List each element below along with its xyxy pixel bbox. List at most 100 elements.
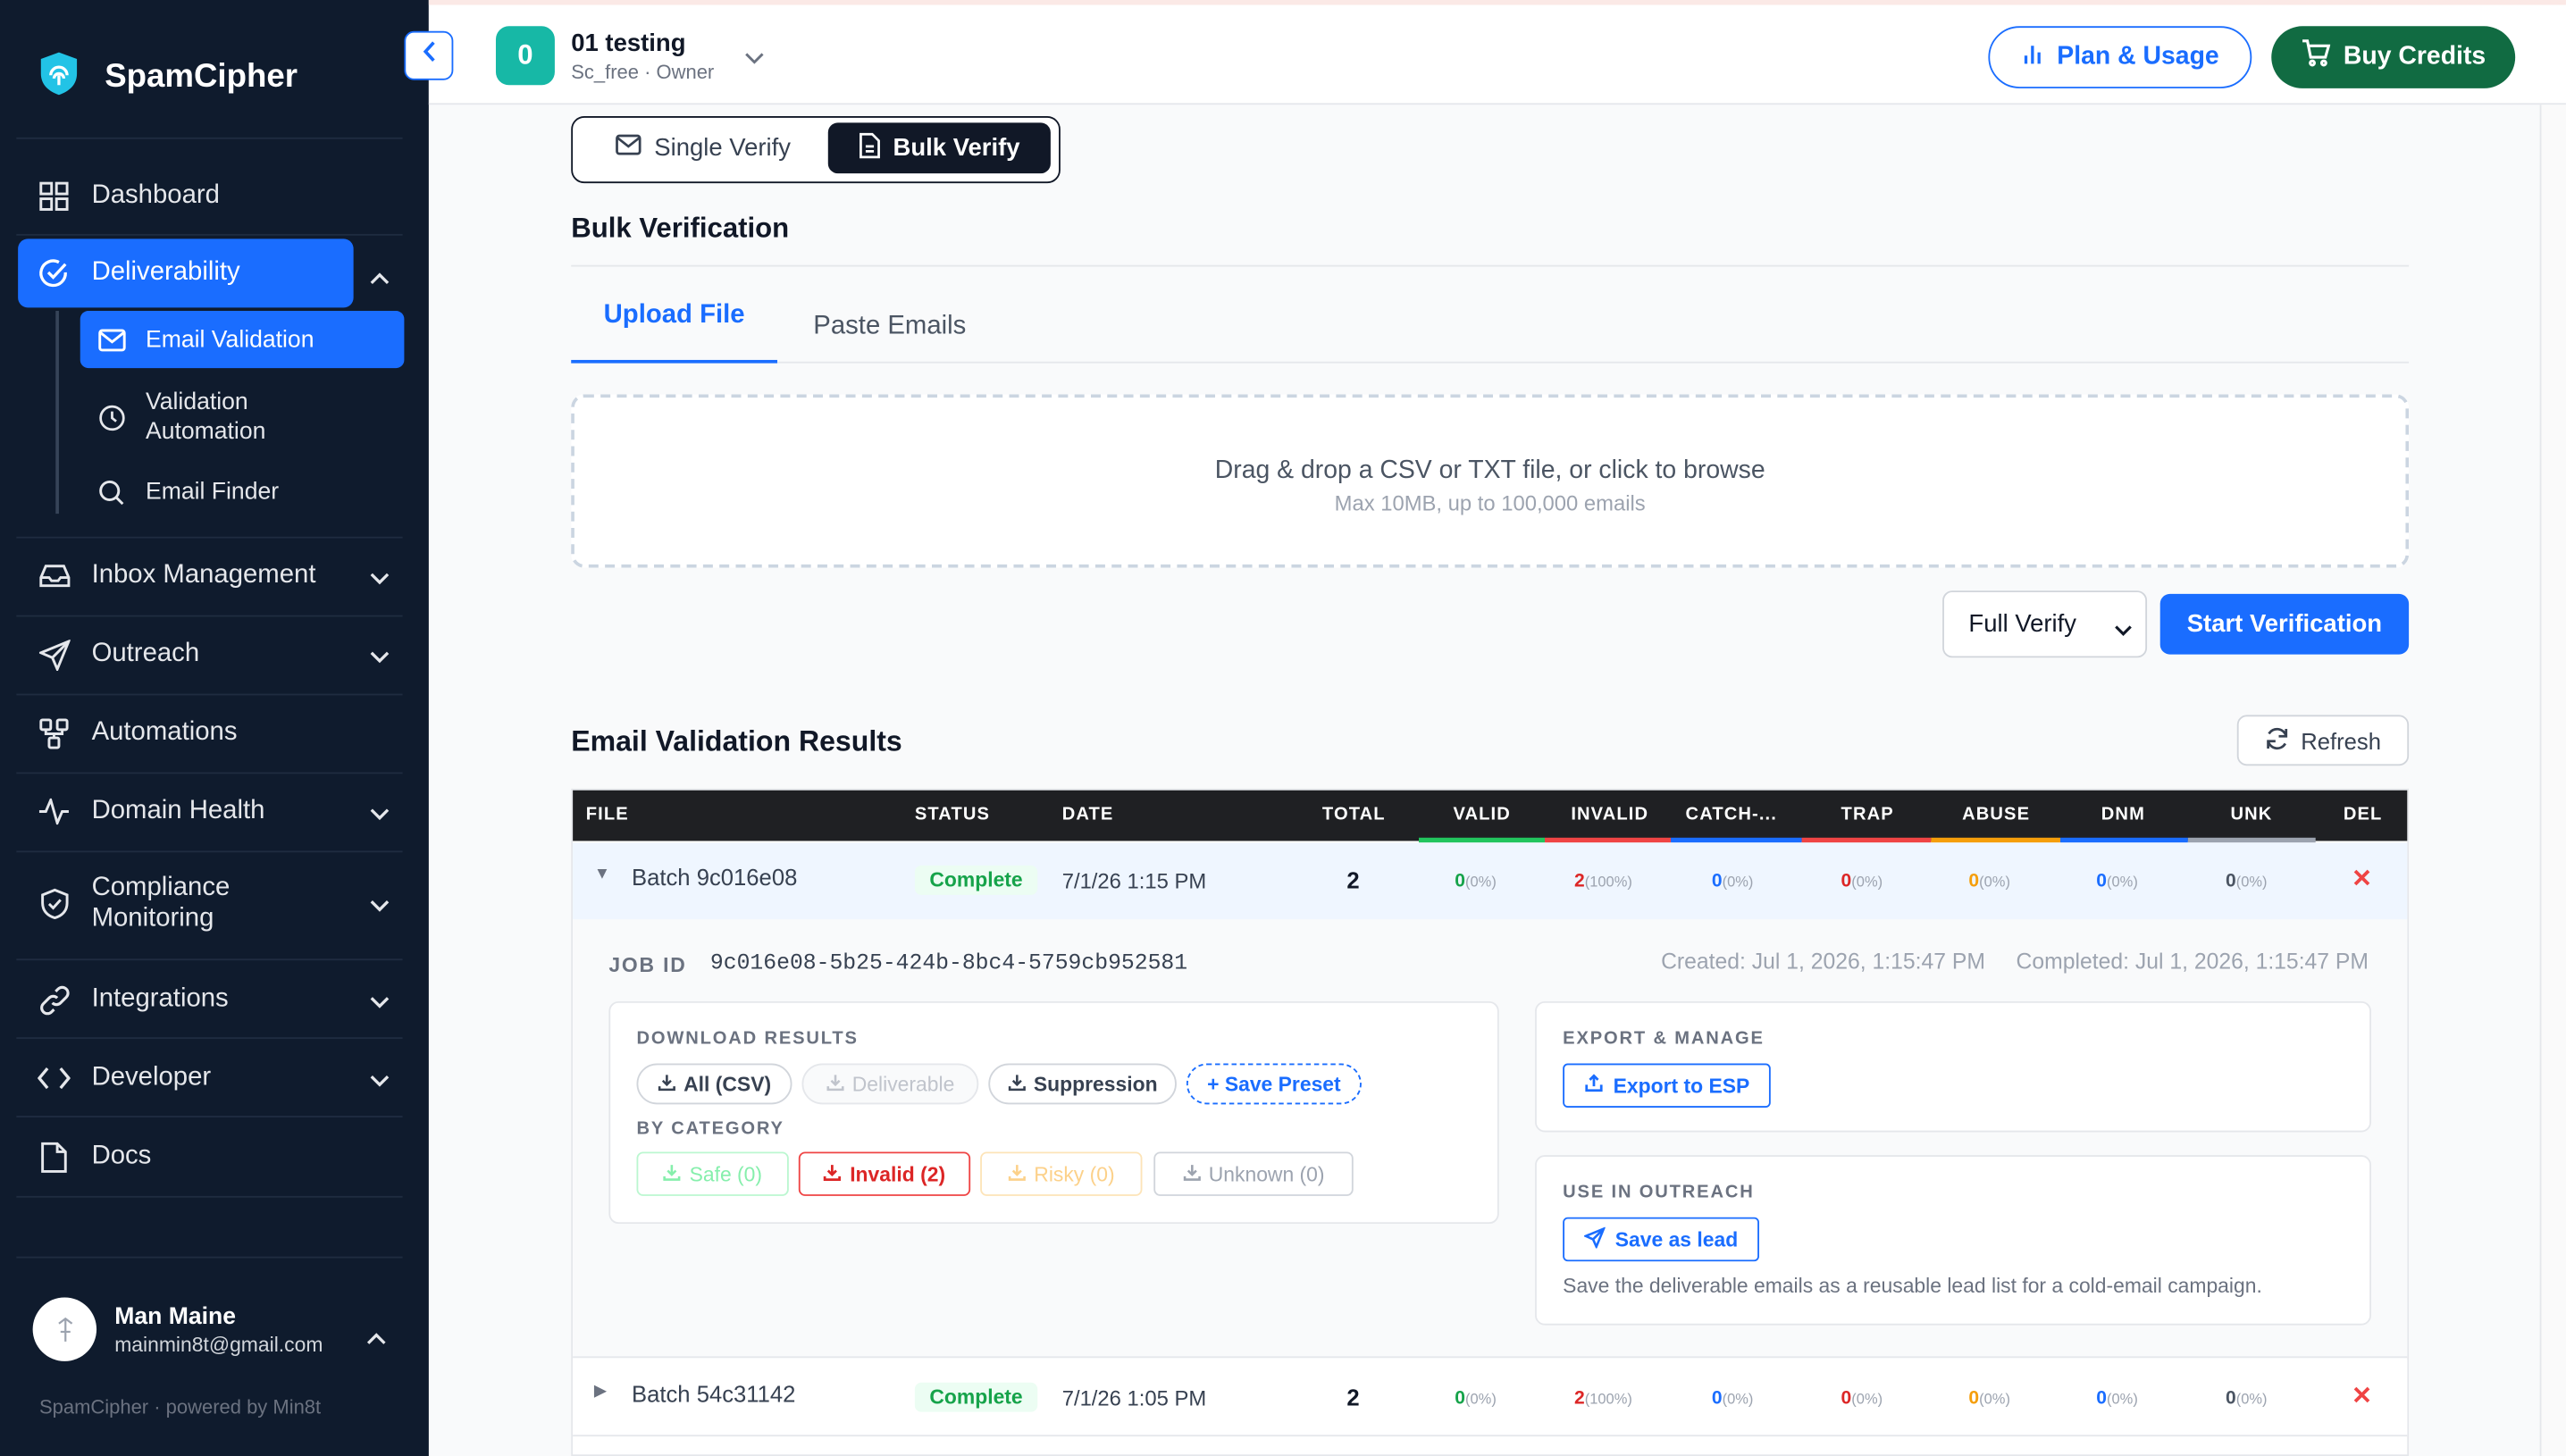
batch-name: Batch 54c31142 — [631, 1380, 796, 1408]
buy-credits-button[interactable]: Buy Credits — [2271, 26, 2516, 88]
divider — [571, 264, 2410, 267]
catch-all-count: 0(0%) — [1711, 872, 1754, 892]
tab-upload-file[interactable]: Upload File — [571, 301, 778, 364]
sidebar-item-domain-health[interactable]: Domain Health — [18, 781, 402, 843]
chevron-up-icon[interactable] — [366, 1324, 386, 1353]
send-icon — [38, 638, 71, 671]
export-to-esp-label: Export to ESP — [1613, 1074, 1750, 1098]
chevron-down-icon[interactable] — [744, 44, 764, 73]
check-circle-icon — [38, 257, 71, 290]
sidebar-subitem-validation-automation[interactable]: Validation Automation — [80, 386, 405, 448]
divider — [16, 1037, 403, 1040]
dnm-count: 0(0%) — [2096, 1389, 2138, 1410]
sidebar-item-deliverability[interactable]: Deliverability — [18, 238, 354, 308]
sidebar-item-label: Automations — [91, 718, 238, 747]
table-row[interactable]: ▶ Batch 54c31142 Complete 7/1/26 1:05 PM… — [573, 1360, 2408, 1437]
status-badge: Complete — [914, 865, 1038, 895]
single-verify-button[interactable]: Single Verify — [586, 122, 820, 173]
save-preset-button[interactable]: + Save Preset — [1186, 1063, 1362, 1105]
caret-right-icon[interactable]: ▶ — [594, 1383, 607, 1401]
tab-paste-emails[interactable]: Paste Emails — [813, 313, 966, 342]
sidebar-item-label: Dashboard — [91, 181, 220, 210]
org-avatar[interactable]: 0 — [495, 26, 555, 86]
mail-icon — [615, 134, 642, 162]
caret-down-icon[interactable]: ▼ — [594, 866, 610, 883]
column-header-unk[interactable]: UNK — [2230, 791, 2272, 841]
column-header-date[interactable]: DATE — [1062, 791, 1114, 841]
topbar: 0 01 testing Sc_free · Owner Plan & Usag… — [428, 0, 2566, 105]
chevron-down-icon — [370, 891, 390, 921]
created-time: Created: Jul 1, 2026, 1:15:47 PM — [1661, 949, 1985, 974]
column-header-status[interactable]: STATUS — [915, 791, 990, 841]
collapse-sidebar-button[interactable] — [404, 30, 454, 80]
verify-mode-select[interactable]: Full Verify — [1942, 590, 2148, 658]
sidebar-item-label: Outreach — [91, 640, 200, 668]
download-unknown-button[interactable]: Unknown (0) — [1153, 1151, 1354, 1196]
divider — [16, 958, 403, 961]
by-category-title: BY CATEGORY — [636, 1118, 784, 1139]
use-in-outreach-title: USE IN OUTREACH — [1563, 1183, 1755, 1203]
job-id-value: 9c016e08-5b25-424b-8bc4-5759cb952581 — [709, 951, 1188, 977]
start-verification-button[interactable]: Start Verification — [2159, 593, 2410, 655]
logo[interactable]: SpamCipher — [36, 49, 298, 106]
table-row[interactable]: ▼ Batch 9c016e08 Complete 7/1/26 1:15 PM… — [573, 842, 2408, 920]
sidebar-item-compliance-monitoring[interactable]: Compliance Monitoring — [18, 864, 402, 942]
sidebar-item-label: Deliverability — [91, 258, 240, 287]
sidebar-item-developer[interactable]: Developer — [18, 1047, 402, 1109]
clock-icon — [96, 403, 126, 432]
export-to-esp-button[interactable]: Export to ESP — [1563, 1063, 1771, 1108]
page-scrollbar[interactable] — [2539, 105, 2566, 1456]
file-dropzone[interactable]: Drag & drop a CSV or TXT file, or click … — [571, 394, 2410, 568]
completed-time: Completed: Jul 1, 2026, 1:15:47 PM — [2016, 949, 2369, 974]
column-header-dnm[interactable]: DNM — [2101, 791, 2145, 841]
risky-label: Risky (0) — [1034, 1162, 1115, 1185]
sidebar-item-label: Integrations — [91, 984, 229, 1013]
sidebar-subitem-email-validation[interactable]: Email Validation — [80, 311, 405, 369]
download-all-csv-button[interactable]: All (CSV) — [636, 1063, 792, 1105]
verify-mode-toggle: Single Verify Bulk Verify — [571, 116, 1061, 184]
refresh-button[interactable]: Refresh — [2236, 715, 2410, 766]
trap-count: 0(0%) — [1841, 1389, 1883, 1410]
download-suppression-button[interactable]: Suppression — [988, 1063, 1177, 1105]
divider — [16, 850, 403, 853]
bulk-verify-button[interactable]: Bulk Verify — [827, 122, 1051, 174]
cart-icon — [2301, 39, 2331, 75]
column-header-file[interactable]: FILE — [586, 791, 629, 841]
divider — [16, 137, 403, 139]
plan-usage-button[interactable]: Plan & Usage — [1988, 26, 2252, 88]
chevron-up-icon[interactable] — [370, 264, 390, 293]
download-risky-button[interactable]: Risky (0) — [980, 1151, 1143, 1196]
divider — [16, 772, 403, 774]
column-header-abuse[interactable]: ABUSE — [1962, 791, 2030, 841]
sidebar-item-inbox-management[interactable]: Inbox Management — [18, 545, 402, 607]
outreach-description: Save the deliverable emails as a reusabl… — [1563, 1274, 2262, 1298]
column-header-trap[interactable]: TRAP — [1841, 791, 1894, 841]
download-icon — [824, 1162, 842, 1185]
download-invalid-button[interactable]: Invalid (2) — [798, 1151, 971, 1196]
delete-icon[interactable]: ✕ — [2352, 1381, 2372, 1410]
chevron-down-icon — [370, 800, 390, 830]
download-icon — [1008, 1162, 1026, 1185]
sidebar-item-integrations[interactable]: Integrations — [18, 968, 402, 1031]
chevron-down-icon — [370, 565, 390, 594]
sidebar-item-automations[interactable]: Automations — [18, 702, 402, 765]
user-menu[interactable]: Man Maine mainmin8t@gmail.com — [32, 1297, 323, 1361]
column-header-total[interactable]: TOTAL — [1322, 791, 1386, 841]
batch-total: 2 — [1346, 866, 1360, 894]
delete-icon[interactable]: ✕ — [2352, 864, 2372, 893]
column-header-invalid[interactable]: INVALID — [1571, 791, 1648, 841]
sidebar-item-label: Developer — [91, 1063, 212, 1092]
download-deliverable-button[interactable]: Deliverable — [801, 1063, 979, 1105]
sidebar-item-outreach[interactable]: Outreach — [18, 623, 402, 686]
user-email: mainmin8t@gmail.com — [114, 1332, 323, 1356]
column-header-valid[interactable]: VALID — [1453, 791, 1510, 841]
save-as-lead-button[interactable]: Save as lead — [1563, 1217, 1759, 1262]
sidebar-item-dashboard[interactable]: Dashboard — [18, 165, 402, 228]
buy-credits-label: Buy Credits — [2343, 42, 2486, 71]
download-safe-button[interactable]: Safe (0) — [636, 1151, 789, 1196]
batch-name: Batch 9c016e08 — [631, 864, 798, 891]
column-header-catch-all[interactable]: CATCH-... — [1686, 791, 1777, 841]
sidebar-subitem-email-finder[interactable]: Email Finder — [80, 474, 405, 510]
org-name[interactable]: 01 testing — [571, 29, 685, 57]
sidebar-item-docs[interactable]: Docs — [18, 1125, 402, 1188]
